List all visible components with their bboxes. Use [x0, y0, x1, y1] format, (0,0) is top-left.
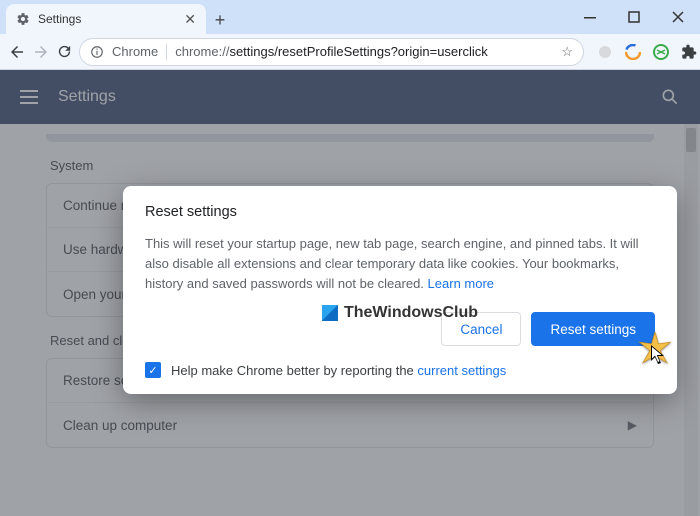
checkbox-checked-icon[interactable]: ✓ [145, 362, 161, 378]
extension-icon-2[interactable] [624, 43, 642, 61]
close-icon[interactable]: ✕ [184, 11, 196, 28]
reset-settings-dialog: Reset settings This will reset your star… [123, 186, 677, 394]
close-window-button[interactable] [656, 0, 700, 34]
bookmark-star-icon[interactable]: ☆ [561, 44, 573, 60]
omnibox-divider [166, 44, 167, 60]
forward-button[interactable] [32, 39, 50, 65]
dialog-body: This will reset your startup page, new t… [145, 234, 655, 294]
minimize-button[interactable] [568, 0, 612, 34]
maximize-button[interactable] [612, 0, 656, 34]
dialog-body-text: This will reset your startup page, new t… [145, 236, 639, 291]
reset-settings-button[interactable]: Reset settings [531, 312, 655, 346]
back-button[interactable] [8, 39, 26, 65]
omnibox-origin: Chrome [112, 44, 158, 59]
extension-icons [596, 43, 700, 61]
gear-icon [16, 12, 30, 26]
tab-title: Settings [38, 12, 81, 26]
reload-button[interactable] [56, 39, 73, 65]
extensions-puzzle-icon[interactable] [680, 43, 698, 61]
checkbox-label: Help make Chrome better by reporting the… [171, 363, 506, 378]
address-bar[interactable]: Chrome chrome://settings/resetProfileSet… [79, 38, 584, 66]
tab-strip: Settings ✕ + [0, 0, 700, 34]
dialog-title: Reset settings [145, 204, 655, 220]
window-controls [568, 0, 700, 34]
extension-icon-3[interactable] [652, 43, 670, 61]
extension-icon-1[interactable] [596, 43, 614, 61]
site-info-icon[interactable] [90, 45, 104, 59]
new-tab-button[interactable]: + [206, 6, 234, 34]
report-checkbox-row[interactable]: ✓ Help make Chrome better by reporting t… [145, 362, 655, 378]
dialog-actions: Cancel Reset settings [145, 312, 655, 346]
current-settings-link[interactable]: current settings [417, 363, 506, 378]
browser-tab[interactable]: Settings ✕ [6, 4, 206, 34]
browser-toolbar: Chrome chrome://settings/resetProfileSet… [0, 34, 700, 70]
cancel-button[interactable]: Cancel [441, 312, 521, 346]
omnibox-url: chrome://settings/resetProfileSettings?o… [175, 44, 488, 59]
learn-more-link[interactable]: Learn more [428, 276, 494, 291]
